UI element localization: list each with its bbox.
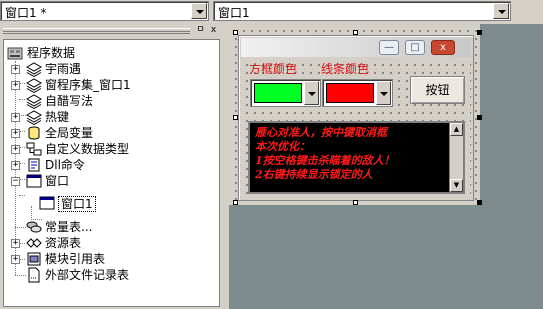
tree-item-4[interactable]: + 全局变量 xyxy=(11,125,211,141)
constant-icon xyxy=(26,221,42,233)
chevron-down-icon[interactable] xyxy=(493,3,509,19)
resize-handle[interactable] xyxy=(233,115,238,120)
box-color-picker[interactable] xyxy=(250,79,321,107)
tree-item-6[interactable]: + Dll命令 xyxy=(11,157,211,173)
resize-handle[interactable] xyxy=(353,30,358,35)
scroll-down-icon[interactable]: ▼ xyxy=(450,179,463,192)
project-tree[interactable]: 程序数据 + 宇雨遇 + 窗程序集_窗口1 自醋写法 + 热键 + 全局变量 +… xyxy=(3,39,220,307)
window-icon xyxy=(39,196,55,210)
tree-item-3[interactable]: + 热键 xyxy=(11,109,211,125)
tree-item-label: 自定义数据类型 xyxy=(45,142,130,156)
close-panel-button[interactable]: x xyxy=(208,25,219,36)
tree-item-10[interactable]: + 资源表 xyxy=(11,235,211,251)
restore-panel-button[interactable]: ㅁ xyxy=(195,25,206,36)
form-client: 方框颜色 线条颜色 按钮 雁心对准人，按中键取消框 本次优化： 1按空格键击杀瞄… xyxy=(241,59,471,198)
variable-icon xyxy=(28,126,40,140)
layers-icon xyxy=(26,94,42,109)
expand-icon[interactable]: + xyxy=(11,65,20,74)
chevron-down-icon[interactable] xyxy=(191,3,207,19)
tree-item-11[interactable]: + 模块引用表 xyxy=(11,251,211,267)
tree-item-label: 窗口 xyxy=(45,174,70,188)
tree-item-label: 模块引用表 xyxy=(45,252,106,266)
resize-handle[interactable] xyxy=(477,115,482,120)
design-canvas[interactable]: — □ x 方框颜色 线条颜色 按钮 雁心对准人，按中键取消框 本次优化： 1按… xyxy=(229,24,482,205)
scroll-up-icon[interactable]: ▲ xyxy=(450,123,463,136)
module-icon xyxy=(27,252,41,266)
tree-item-5[interactable]: + 自定义数据类型 xyxy=(11,141,211,157)
layers-icon xyxy=(26,78,42,93)
box-color-label: 方框颜色 xyxy=(249,62,298,76)
line-color-label: 线条颜色 xyxy=(321,62,370,76)
chevron-down-icon[interactable] xyxy=(304,81,319,105)
expand-icon[interactable]: + xyxy=(11,255,20,264)
tree-root-label: 程序数据 xyxy=(27,46,76,60)
action-button[interactable]: 按钮 xyxy=(410,76,465,104)
form-titlebar[interactable]: — □ x xyxy=(241,38,471,57)
resize-handle[interactable] xyxy=(233,30,238,35)
tree-item-12[interactable]: 外部文件记录表 xyxy=(11,267,211,283)
tree-item-label: 窗程序集_窗口1 xyxy=(45,78,131,92)
tree-item-2[interactable]: 自醋写法 xyxy=(11,93,211,109)
expand-icon[interactable]: + xyxy=(11,239,20,248)
line-color-swatch xyxy=(326,83,374,103)
expand-icon[interactable]: + xyxy=(11,81,20,90)
expand-icon[interactable]: + xyxy=(11,161,20,170)
maximize-button[interactable]: □ xyxy=(405,40,425,55)
tree-item-1[interactable]: + 窗程序集_窗口1 xyxy=(11,77,211,93)
window-icon xyxy=(26,174,42,188)
designer-panel: — □ x 方框颜色 线条颜色 按钮 雁心对准人，按中键取消框 本次优化： 1按… xyxy=(229,24,543,309)
event-combo-value: 窗口1 xyxy=(218,6,250,20)
event-combo[interactable]: 窗口1 xyxy=(213,1,511,21)
tree-item-7[interactable]: − 窗口 xyxy=(11,173,211,189)
tree-item-9[interactable]: 常量表... xyxy=(11,219,211,235)
tree-item-label: 宇雨遇 xyxy=(45,62,82,76)
expand-icon[interactable]: + xyxy=(11,129,20,138)
tree-item-label: 常量表... xyxy=(45,220,93,234)
expand-icon[interactable]: + xyxy=(11,113,20,122)
dll-icon xyxy=(28,158,40,172)
message-scrollbar[interactable]: ▲ ▼ xyxy=(449,123,463,192)
project-panel: ㅁ x 程序数据 + 宇雨遇 + 窗程序集_窗口1 自醋写法 + 热键 + 全局… xyxy=(0,24,222,309)
tree-item-label: 自醋写法 xyxy=(45,94,94,108)
tree-root[interactable]: 程序数据 xyxy=(7,45,207,61)
tree-item-8[interactable]: 窗口1 xyxy=(39,195,159,212)
layers-icon xyxy=(26,62,42,77)
object-combo[interactable]: 窗口1 * xyxy=(0,1,209,21)
tree-item-label: 窗口1 xyxy=(58,196,96,212)
layers-icon xyxy=(26,110,42,125)
form-window[interactable]: — □ x 方框颜色 线条颜色 按钮 雁心对准人，按中键取消框 本次优化： 1按… xyxy=(238,35,474,201)
close-button[interactable]: x xyxy=(431,40,455,55)
resize-handle[interactable] xyxy=(233,200,238,205)
chevron-down-icon[interactable] xyxy=(376,81,391,105)
tree-item-label: 外部文件记录表 xyxy=(45,268,130,282)
tree-item-label: Dll命令 xyxy=(45,158,85,172)
resize-handle[interactable] xyxy=(477,200,482,205)
box-color-swatch xyxy=(254,83,302,103)
tree-item-label: 热键 xyxy=(45,110,70,124)
message-line: 2右键持续显示锁定的人 xyxy=(255,168,373,181)
line-color-picker[interactable] xyxy=(322,79,393,107)
datatype-icon xyxy=(26,142,42,156)
tree-item-label: 资源表 xyxy=(45,236,82,250)
database-icon xyxy=(7,47,23,60)
expand-icon[interactable]: + xyxy=(11,145,20,154)
object-combo-value: 窗口1 * xyxy=(5,6,47,20)
collapse-icon[interactable]: − xyxy=(11,177,20,186)
panel-grip xyxy=(3,28,190,34)
message-box[interactable]: 雁心对准人，按中键取消框 本次优化： 1按空格键击杀瞄着的敌人！ 2右键持续显示… xyxy=(248,121,465,194)
resize-handle[interactable] xyxy=(353,200,358,205)
file-icon xyxy=(28,267,40,283)
tree-item-0[interactable]: + 宇雨遇 xyxy=(11,61,211,77)
tree-item-label: 全局变量 xyxy=(45,126,94,140)
resize-handle[interactable] xyxy=(477,30,482,35)
resource-icon xyxy=(26,238,42,248)
minimize-button[interactable]: — xyxy=(379,40,399,55)
